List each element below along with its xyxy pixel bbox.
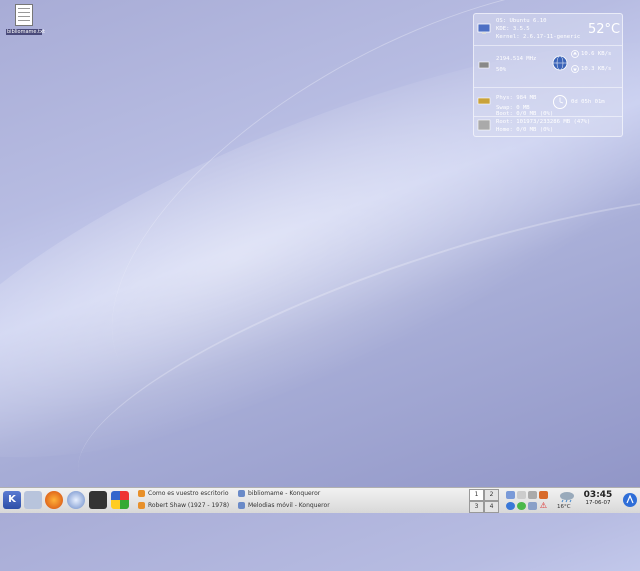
firefox-icon[interactable]	[45, 491, 63, 509]
clock-icon	[553, 95, 567, 109]
disk-row: Boot: 0/0 MB (0%) Root: 101973/233286 MB…	[474, 111, 622, 136]
pager-desktop-2[interactable]: 2	[484, 489, 499, 501]
clock-date: 17-06-07	[585, 500, 611, 506]
weather-icon[interactable]	[559, 490, 575, 503]
task-como-es-vuestro-escritorio[interactable]: Como es vuestro escritorio	[138, 489, 234, 499]
tray-disk-icon[interactable]	[517, 491, 526, 499]
system-monitor-widget: OS: Ubuntu 6.10 KDE: 3.5.5 Kernel: 2.6.1…	[473, 13, 623, 137]
tray-updates-icon[interactable]	[517, 502, 526, 510]
konqueror-icon[interactable]	[67, 491, 85, 509]
k-menu-button[interactable]: K	[3, 491, 21, 509]
konqueror-task-icon	[238, 502, 245, 509]
network-upload-speed: 10.6 KB/s	[581, 51, 612, 57]
pager-desktop-4[interactable]: 4	[484, 501, 499, 513]
tray-clipboard-icon[interactable]	[528, 491, 537, 499]
disk-home: Home: 0/0 MB (0%)	[496, 127, 554, 133]
disk-root: Root: 101973/233286 MB (47%)	[496, 119, 591, 125]
cpu-icon	[478, 61, 490, 69]
taskbar: K Como es vuestro escritorio bibliomame …	[0, 487, 640, 513]
desktop-pager: 1 2 3 4	[469, 489, 499, 513]
disk-icon	[477, 119, 491, 131]
text-file-icon	[15, 4, 33, 26]
upload-arrow-icon	[571, 50, 579, 58]
windows-app-icon[interactable]	[111, 491, 129, 509]
firefox-task-icon	[138, 502, 145, 509]
kde-version-text: KDE: 3.5.5	[496, 26, 530, 32]
show-desktop-icon[interactable]	[24, 491, 42, 509]
cpu-usage: 50%	[496, 67, 507, 73]
cpu-frequency: 2194.514 MHz	[496, 56, 537, 62]
tray-notes-icon[interactable]	[539, 491, 548, 499]
tray-warning-icon[interactable]: ⚠	[539, 502, 548, 510]
download-arrow-icon	[571, 65, 579, 73]
task-robert-shaw[interactable]: Robert Shaw (1927 - 1978)	[138, 501, 234, 511]
network-globe-icon	[552, 55, 568, 71]
pager-desktop-1[interactable]: 1	[469, 489, 484, 501]
task-bibliomame-konqueror[interactable]: bibliomame - Konqueror	[238, 489, 338, 499]
konqueror-task-icon	[238, 490, 245, 497]
pager-desktop-3[interactable]: 3	[469, 501, 484, 513]
clock-time: 03:45	[583, 490, 613, 500]
computer-icon	[477, 23, 491, 34]
logout-icon[interactable]	[622, 492, 638, 508]
os-text: OS: Ubuntu 6.10	[496, 18, 547, 24]
memory-icon	[477, 97, 491, 105]
tray-network-icon[interactable]	[506, 502, 515, 510]
tray-volume-icon[interactable]	[528, 502, 537, 510]
system-info-row: OS: Ubuntu 6.10 KDE: 3.5.5 Kernel: 2.6.1…	[474, 14, 622, 46]
desktop-file-label: bibliomame.txt	[6, 29, 45, 35]
firefox-task-icon	[138, 490, 145, 497]
network-download-speed: 10.3 KB/s	[581, 66, 612, 72]
disk-boot: Boot: 0/0 MB (0%)	[496, 111, 554, 117]
tray-app-icon[interactable]	[506, 491, 515, 499]
uptime-text: 0d 05h 01m	[571, 99, 605, 105]
cpu-network-row: 2194.514 MHz 50% 10.6 KB/s 10.3 KB/s	[474, 45, 622, 88]
terminal-icon[interactable]	[89, 491, 107, 509]
weather-temperature: 16°C	[557, 504, 571, 510]
memory-physical: Phys: 984 MB	[496, 95, 537, 101]
task-melodias-movil-konqueror[interactable]: Melodias móvil - Konqueror	[238, 501, 338, 511]
kernel-text: Kernel: 2.6.17-11-generic	[496, 34, 581, 40]
clock[interactable]: 03:45 17-06-07	[580, 490, 616, 506]
desktop-file-icon[interactable]: bibliomame.txt	[6, 4, 45, 35]
cpu-temperature: 52°C	[588, 22, 621, 37]
